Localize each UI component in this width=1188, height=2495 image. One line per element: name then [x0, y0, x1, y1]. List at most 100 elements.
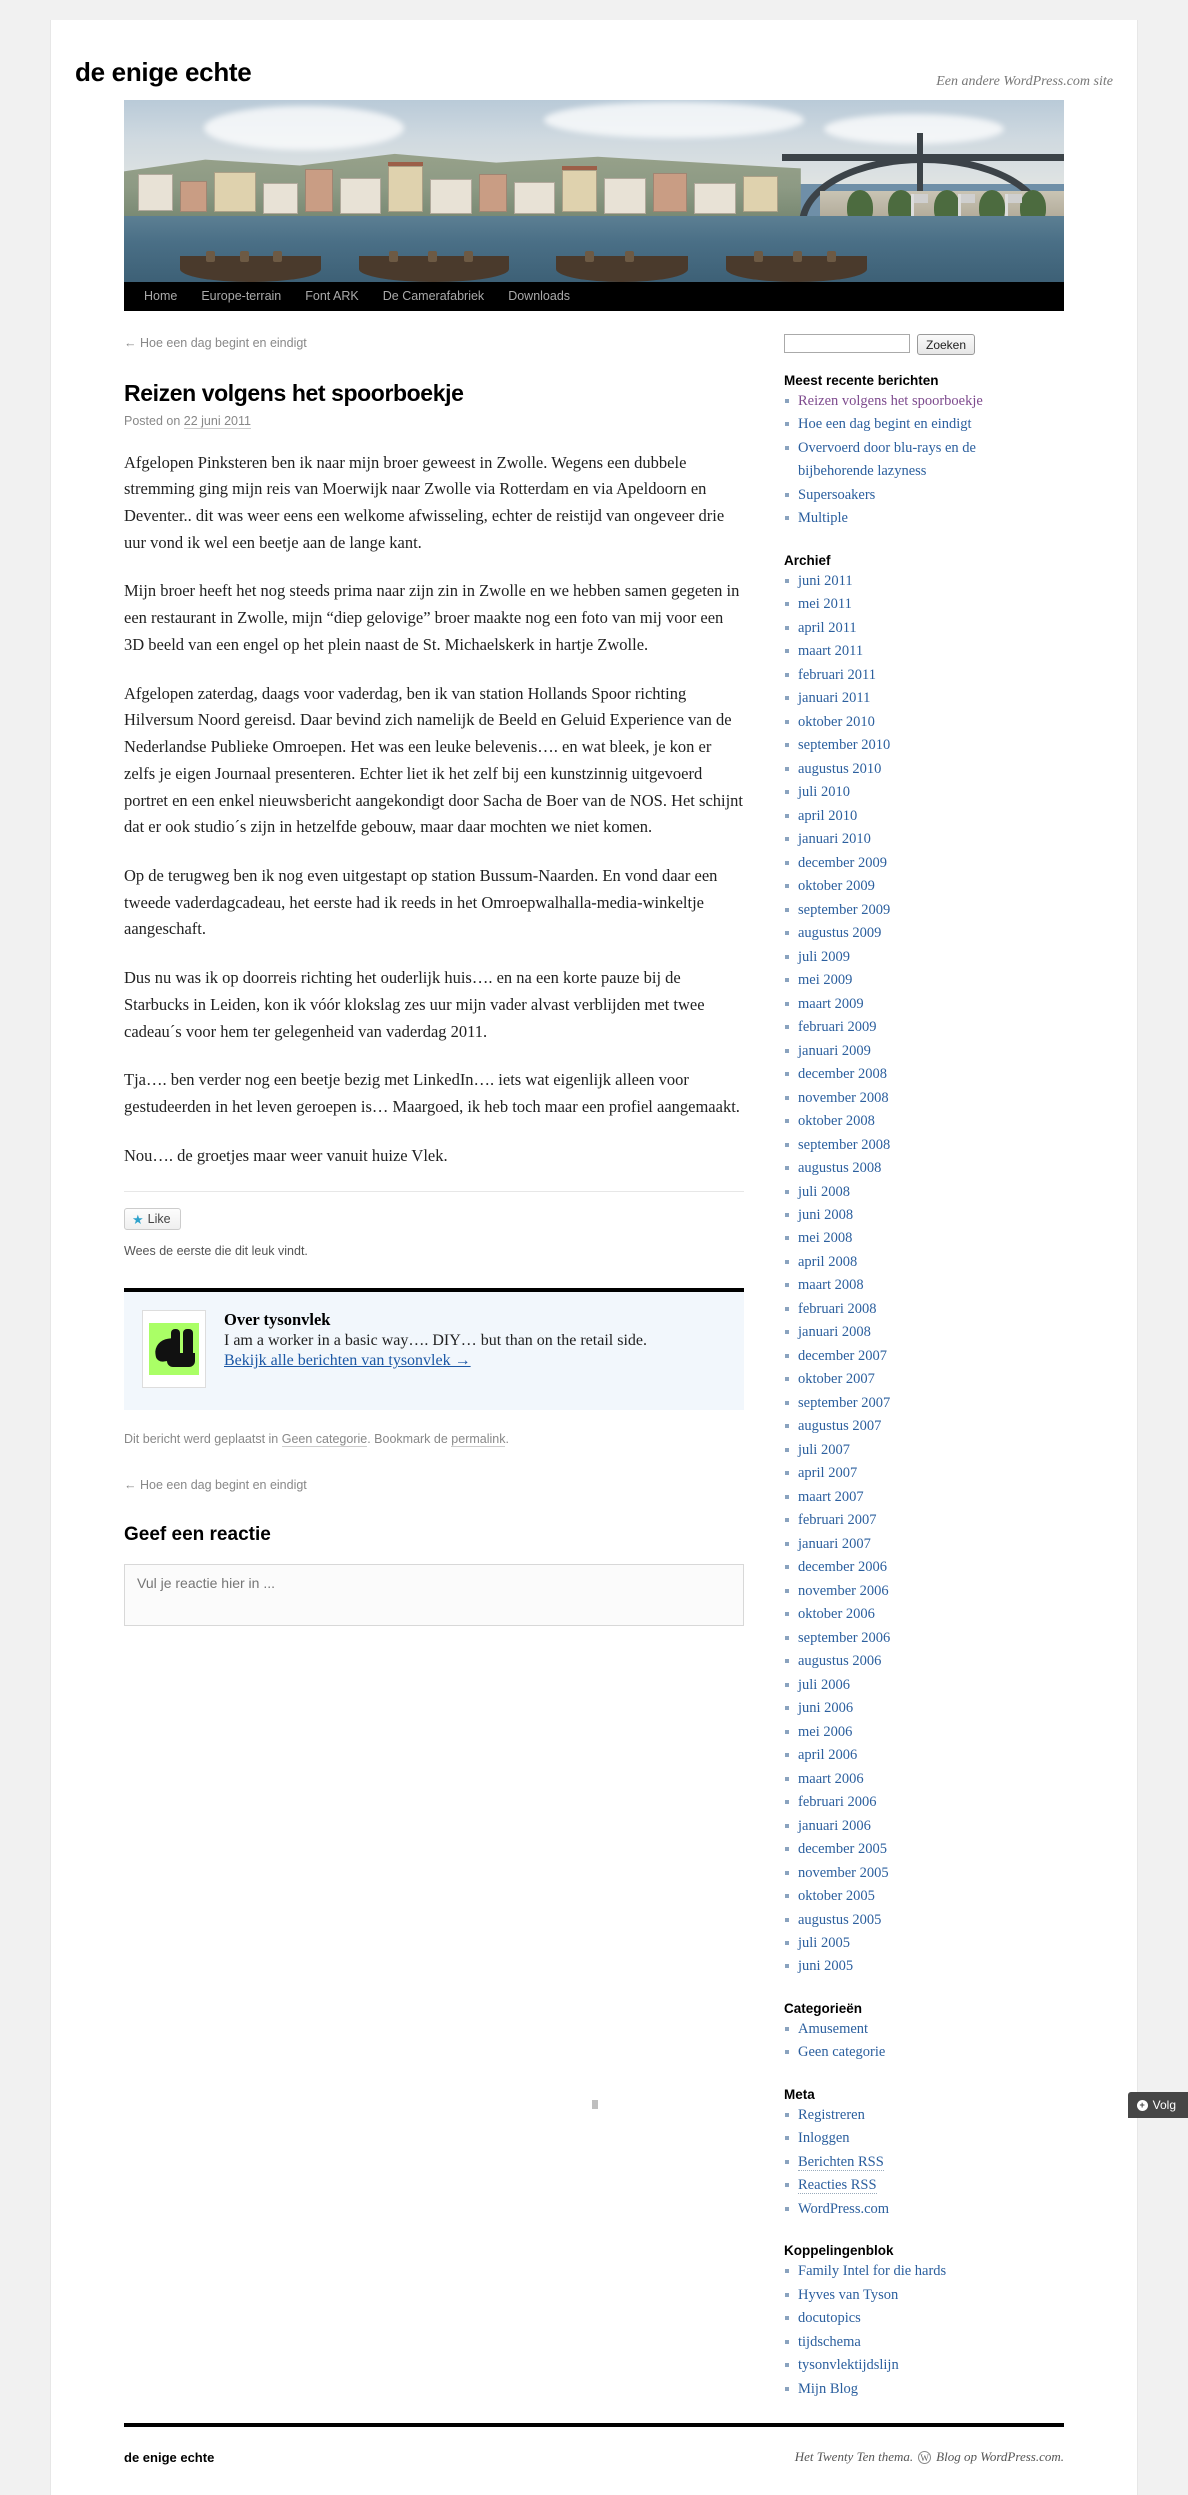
archive-link[interactable]: november 2008	[798, 1090, 889, 1106]
meta-link[interactable]: WordPress.com	[798, 2201, 889, 2217]
archive-link[interactable]: januari 2007	[798, 1536, 871, 1552]
archive-link[interactable]: september 2008	[798, 1137, 890, 1153]
archive-link[interactable]: oktober 2007	[798, 1371, 875, 1387]
permalink-link[interactable]: permalink	[451, 1432, 506, 1448]
blogroll-link[interactable]: docutopics	[798, 2310, 861, 2326]
archive-link[interactable]: september 2010	[798, 737, 890, 753]
archive-link[interactable]: juli 2009	[798, 949, 850, 965]
archive-link[interactable]: augustus 2009	[798, 925, 881, 941]
archive-link[interactable]: augustus 2010	[798, 761, 881, 777]
blog-credit-text[interactable]: Blog op WordPress.com.	[936, 2449, 1064, 2465]
search-submit-button[interactable]: Zoeken	[917, 334, 976, 355]
archive-link[interactable]: oktober 2006	[798, 1606, 875, 1622]
nav-link-home[interactable]: Home	[132, 282, 189, 311]
recent-post-link[interactable]: Multiple	[798, 510, 848, 526]
archive-link[interactable]: april 2011	[798, 620, 857, 636]
meta-link[interactable]: Berichten RSS	[798, 2153, 884, 2171]
archive-link[interactable]: mei 2009	[798, 972, 852, 988]
archive-link[interactable]: oktober 2010	[798, 714, 875, 730]
blogroll-link[interactable]: tijdschema	[798, 2334, 861, 2350]
archive-link[interactable]: april 2010	[798, 808, 857, 824]
archive-link[interactable]: februari 2011	[798, 667, 876, 683]
archive-link[interactable]: oktober 2009	[798, 878, 875, 894]
archive-link[interactable]: mei 2011	[798, 596, 852, 612]
archive-link[interactable]: juni 2005	[798, 1958, 853, 1974]
archive-link[interactable]: december 2007	[798, 1348, 887, 1364]
recent-post-link[interactable]: Reizen volgens het spoorboekje	[798, 393, 983, 409]
archive-link[interactable]: januari 2006	[798, 1818, 871, 1834]
archive-link[interactable]: mei 2008	[798, 1230, 852, 1246]
archive-link[interactable]: juli 2006	[798, 1677, 850, 1693]
meta-link[interactable]: Registreren	[798, 2107, 865, 2123]
archive-link[interactable]: februari 2008	[798, 1301, 877, 1317]
recent-post-link[interactable]: Overvoerd door blu-rays en de bijbehoren…	[798, 440, 976, 479]
blogroll-link[interactable]: Family Intel for die hards	[798, 2263, 946, 2279]
nav-link-font-ark[interactable]: Font ARK	[293, 282, 371, 311]
nav-link-de-camerafabriek[interactable]: De Camerafabriek	[371, 282, 496, 311]
archive-link[interactable]: maart 2008	[798, 1277, 864, 1293]
theme-credit-text[interactable]: Het Twenty Ten thema.	[795, 2449, 913, 2465]
archive-link[interactable]: januari 2010	[798, 831, 871, 847]
archive-link[interactable]: maart 2006	[798, 1771, 864, 1787]
archive-link[interactable]: november 2006	[798, 1583, 889, 1599]
blogroll-link[interactable]: tysonvlektijdslijn	[798, 2357, 899, 2373]
archive-link[interactable]: oktober 2008	[798, 1113, 875, 1129]
archive-link[interactable]: maart 2007	[798, 1489, 864, 1505]
archive-link[interactable]: januari 2011	[798, 690, 870, 706]
follow-button[interactable]: + Volg	[1127, 2092, 1188, 2118]
archive-link[interactable]: december 2009	[798, 855, 887, 871]
archive-link[interactable]: februari 2006	[798, 1794, 877, 1810]
archive-link[interactable]: februari 2007	[798, 1512, 877, 1528]
archive-link[interactable]: mei 2006	[798, 1724, 852, 1740]
view-all-posts-link[interactable]: Bekijk alle berichten van tysonvlek →	[224, 1352, 471, 1369]
site-title[interactable]: de enige echte	[75, 58, 252, 87]
meta-link[interactable]: Inloggen	[798, 2130, 850, 2146]
archive-link[interactable]: april 2008	[798, 1254, 857, 1270]
recent-post-link[interactable]: Hoe een dag begint en eindigt	[798, 416, 972, 432]
archive-link[interactable]: september 2007	[798, 1395, 890, 1411]
blogroll-link[interactable]: Hyves van Tyson	[798, 2287, 898, 2303]
archive-link[interactable]: april 2007	[798, 1465, 857, 1481]
previous-post-link-top[interactable]: ← Hoe een dag begint en eindigt	[124, 336, 307, 350]
nav-link-downloads[interactable]: Downloads	[496, 282, 582, 311]
category-link[interactable]: Amusement	[798, 2021, 868, 2037]
archive-link[interactable]: december 2006	[798, 1559, 887, 1575]
archive-link[interactable]: november 2005	[798, 1865, 889, 1881]
archive-link[interactable]: september 2009	[798, 902, 890, 918]
footer-site-title[interactable]: de enige echte	[124, 2450, 214, 2465]
archive-link[interactable]: juli 2008	[798, 1184, 850, 1200]
archive-link[interactable]: maart 2011	[798, 643, 863, 659]
comment-input[interactable]	[124, 1564, 744, 1627]
archive-link[interactable]: december 2008	[798, 1066, 887, 1082]
archive-link[interactable]: februari 2009	[798, 1019, 877, 1035]
post-date-link[interactable]: 22 juni 2011	[183, 413, 251, 429]
like-button[interactable]: ★ Like	[124, 1208, 181, 1231]
archive-link[interactable]: augustus 2005	[798, 1912, 881, 1928]
meta-link[interactable]: Reacties RSS	[798, 2177, 877, 2195]
archive-link[interactable]: december 2005	[798, 1841, 887, 1857]
archive-link[interactable]: april 2006	[798, 1747, 857, 1763]
nav-link-europe-terrain[interactable]: Europe-terrain	[189, 282, 293, 311]
category-link[interactable]: Geen categorie	[281, 1432, 368, 1448]
archive-link[interactable]: augustus 2007	[798, 1418, 881, 1434]
blogroll-link[interactable]: Mijn Blog	[798, 2381, 858, 2397]
archive-link[interactable]: juli 2010	[798, 784, 850, 800]
archive-link[interactable]: juni 2006	[798, 1700, 853, 1716]
archive-link[interactable]: september 2006	[798, 1630, 890, 1646]
archive-link[interactable]: maart 2009	[798, 996, 864, 1012]
archive-link[interactable]: juli 2007	[798, 1442, 850, 1458]
recent-post-link[interactable]: Supersoakers	[798, 487, 875, 503]
previous-post-link-bottom[interactable]: ← Hoe een dag begint en eindigt	[124, 1478, 307, 1492]
archive-link[interactable]: juli 2005	[798, 1935, 850, 1951]
archive-link[interactable]: oktober 2005	[798, 1888, 875, 1904]
category-link[interactable]: Geen categorie	[798, 2044, 885, 2060]
site-header: de enige echte Een andere WordPress.com …	[51, 20, 1137, 311]
archive-link[interactable]: augustus 2006	[798, 1653, 881, 1669]
search-input[interactable]	[784, 334, 910, 353]
archive-link[interactable]: juni 2011	[798, 573, 853, 589]
archive-link[interactable]: januari 2008	[798, 1324, 871, 1340]
archive-link[interactable]: januari 2009	[798, 1043, 871, 1059]
archive-link[interactable]: juni 2008	[798, 1207, 853, 1223]
archive-link[interactable]: augustus 2008	[798, 1160, 881, 1176]
list-item: Berichten RSS	[784, 2151, 1044, 2174]
